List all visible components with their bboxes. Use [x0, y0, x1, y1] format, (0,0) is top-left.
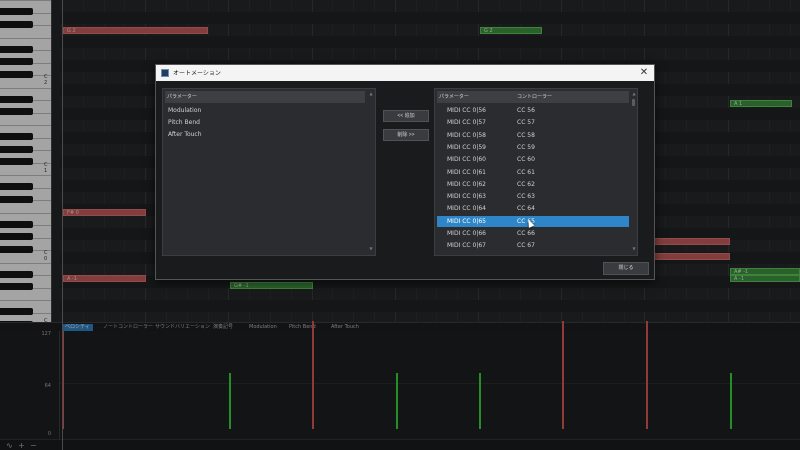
dialog-title: オートメーション [173, 70, 221, 77]
parameter-name: MIDI CC 0|63 [447, 193, 487, 201]
app-icon [161, 69, 169, 77]
list-item[interactable]: MIDI CC 0|59 CC 59 [437, 142, 629, 153]
parameter-name: MIDI CC 0|67 [447, 242, 487, 250]
controller-name: CC 60 [517, 156, 535, 164]
list-item[interactable]: MIDI CC 0|57 CC 57 [437, 117, 629, 128]
parameter-name: MIDI CC 0|66 [447, 230, 487, 237]
remove-button[interactable]: 削除 >> [383, 129, 429, 141]
list-item[interactable]: Modulation [165, 105, 365, 116]
controller-name: CC 58 [517, 131, 535, 139]
add-button[interactable]: << 追加 [383, 110, 429, 122]
parameter-name: MIDI CC 0|61 [447, 168, 487, 176]
piano-roll-editor: C 2C 1C 0C -1 G 2 G 2 A 1 F# 0 A -1 G# -… [0, 0, 800, 450]
list-header-parameter[interactable]: パラメーター [165, 91, 365, 103]
parameter-name: MIDI CC 0|65 [447, 217, 487, 225]
list-header-controller[interactable]: コントローラー [517, 91, 552, 103]
list-item[interactable]: MIDI CC 0|61 CC 61 [437, 167, 629, 178]
controller-name: CC 59 [517, 143, 535, 151]
scrollbar[interactable]: ▲ ▼ [368, 91, 374, 253]
controller-name: CC 61 [517, 168, 535, 176]
available-parameters-list[interactable]: パラメーター コントローラー MIDI CC 0|56 CC 56 MIDI CC … [434, 88, 638, 256]
active-parameters-list[interactable]: パラメーター Modulation Pitch Bend After Touch… [162, 88, 376, 256]
parameter-name: MIDI CC 0|56 [447, 107, 487, 114]
scroll-up-icon[interactable]: ▲ [368, 91, 374, 97]
controller-name: CC 56 [517, 107, 535, 114]
list-item[interactable]: MIDI CC 0|64 CC 64 [437, 203, 629, 214]
list-item[interactable]: MIDI CC 0|63 CC 63 [437, 191, 629, 202]
scroll-up-icon[interactable]: ▲ [631, 91, 637, 97]
parameter-name: MIDI CC 0|62 [447, 180, 487, 188]
automation-dialog: オートメーション ✕ パラメーター Modulation Pitch Bend … [155, 64, 655, 280]
list-item[interactable]: After Touch [165, 129, 365, 140]
controller-name: CC 62 [517, 180, 535, 188]
scroll-down-icon[interactable]: ▼ [631, 246, 637, 252]
list-item[interactable]: MIDI CC 0|66 CC 66 [437, 228, 629, 239]
list-item[interactable]: Pitch Bend [165, 117, 365, 128]
dialog-titlebar[interactable]: オートメーション ✕ [156, 65, 654, 81]
controller-name: CC 67 [517, 242, 535, 250]
parameter-name: MIDI CC 0|64 [447, 205, 487, 213]
controller-name: CC 66 [517, 230, 535, 237]
close-button[interactable]: 閉じる [603, 262, 649, 275]
controller-name: CC 63 [517, 193, 535, 201]
parameter-name: MIDI CC 0|58 [447, 131, 487, 139]
list-item[interactable]: MIDI CC 0|58 CC 58 [437, 130, 629, 141]
scrollbar[interactable]: ▲ ▼ [631, 91, 637, 253]
list-item[interactable]: MIDI CC 0|67 CC 67 [437, 240, 629, 251]
controller-name: CC 64 [517, 205, 535, 213]
controller-name: CC 57 [517, 119, 535, 127]
list-item[interactable]: MIDI CC 0|56 CC 56 [437, 105, 629, 116]
scroll-down-icon[interactable]: ▼ [368, 246, 374, 252]
list-item[interactable]: MIDI CC 0|62 CC 62 [437, 179, 629, 190]
list-header-parameter[interactable]: パラメーター [439, 94, 469, 100]
parameter-name: MIDI CC 0|60 [447, 156, 487, 164]
close-icon[interactable]: ✕ [638, 66, 650, 79]
scroll-thumb[interactable] [632, 99, 635, 106]
parameter-name: MIDI CC 0|59 [447, 143, 487, 151]
parameter-name: MIDI CC 0|57 [447, 119, 487, 127]
list-item[interactable]: MIDI CC 0|60 CC 60 [437, 154, 629, 165]
list-header[interactable]: パラメーター コントローラー [437, 91, 629, 103]
